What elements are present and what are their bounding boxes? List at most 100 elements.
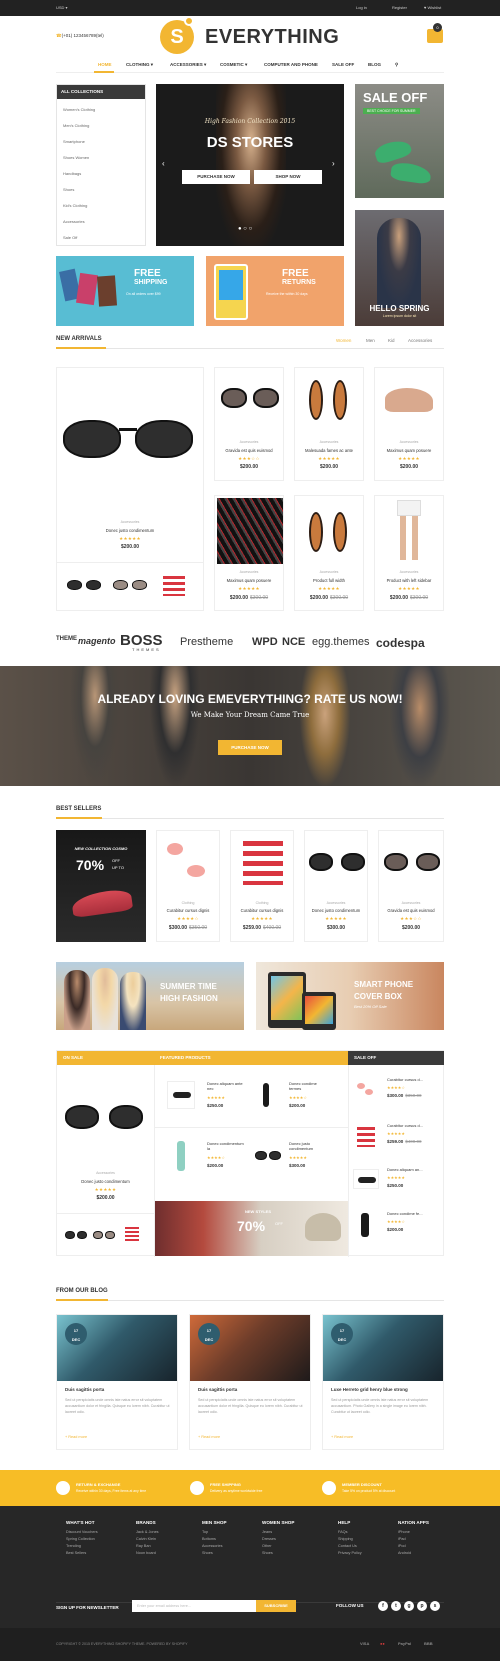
footer-link[interactable]: Bottoms [202,1537,227,1541]
featured-thumb[interactable] [167,1141,195,1171]
search-icon[interactable]: ⚲ [395,62,398,68]
nav-home[interactable]: HOME [98,62,112,67]
product-name[interactable]: Malesuada fames ac ante [295,448,363,453]
featured-thumb[interactable] [257,1081,275,1109]
blog-post-card[interactable]: 17 DEC Duis sagittis porta Sed ut perspic… [189,1314,311,1450]
product-card[interactable]: Clothing Curabitur cursus dignis ★★★★★ $… [230,830,294,942]
tab-kid[interactable]: Kid [388,338,395,343]
thumb-sunglasses[interactable] [65,1231,87,1239]
footer-link[interactable]: Noon board [136,1551,159,1555]
footer-link[interactable]: Jeans [262,1530,294,1534]
purchase-now-button[interactable]: PURCHASE NOW [182,170,250,184]
sidebar-item-kids-clothing[interactable]: Kid's Clothing [63,203,87,208]
brand-logo[interactable]: Prestheme [180,636,233,648]
logo-text[interactable]: EVERYTHING [205,26,339,49]
nav-sale-off[interactable]: SALE OFF [332,62,354,67]
saleoff-thumb[interactable] [355,1079,375,1097]
product-card[interactable]: Accessories Gravida est quis euismod ★★★… [214,367,284,481]
hello-spring-banner[interactable]: HELLO SPRING Lorem ipsum dolor sit [355,210,444,326]
sale-off-banner[interactable]: SALE OFF BEST CHOICE FOR SUMMER [355,84,444,198]
saleoff-thumb[interactable] [353,1169,379,1189]
footer-link[interactable]: Android [398,1551,429,1555]
footer-link[interactable]: Jack & Jones [136,1530,159,1534]
currency-select[interactable]: USD ▾ [56,5,68,10]
featured-product-card[interactable]: Accessories Donec justo condimentum ★★★★… [56,367,204,611]
footer-link[interactable]: iPad [398,1537,429,1541]
brand-logo[interactable]: THEME [56,636,77,642]
slider-next-icon[interactable]: › [332,159,335,168]
footer-link[interactable]: Calvin Klein [136,1537,159,1541]
featured-name[interactable]: Donec condimentum la [207,1141,247,1151]
free-returns-banner[interactable]: FREE RETURNS Receive the within 30 days [206,256,344,326]
product-name[interactable]: Maximus quam posuere [375,448,443,453]
rate-purchase-button[interactable]: PURCHASE NOW [218,740,282,755]
slider-prev-icon[interactable]: ‹ [162,159,165,168]
footer-link[interactable]: iPhone [398,1530,429,1534]
product-name[interactable]: Donec justo condimentum [57,528,203,533]
product-name[interactable]: Product with left sidebar [375,578,443,583]
sunglasses-image[interactable] [65,1105,145,1131]
saleoff-name[interactable]: Curabitur cursus d... [387,1123,423,1128]
featured-name[interactable]: Donec aliquam ante nec [207,1081,247,1091]
nav-cosmetic[interactable]: COSMETIC ▾ [220,62,247,68]
saleoff-thumb[interactable] [357,1127,375,1147]
footer-link[interactable]: Shoes [262,1551,294,1555]
product-name[interactable]: Curabitur cursus dignis [157,908,219,913]
brand-logo[interactable]: magento [78,636,116,646]
summer-fashion-banner[interactable]: SUMMER TIME HIGH FASHION [56,962,244,1030]
facebook-icon[interactable]: f [378,1601,388,1611]
featured-thumb[interactable] [255,1151,281,1160]
product-card[interactable]: Accessories Gravida est quis euismod ★★★… [378,830,444,942]
brand-logo[interactable]: NCE [282,636,305,648]
footer-link[interactable]: Other [262,1544,294,1548]
read-more-link[interactable]: + Read more [331,1435,353,1439]
thumb-shirt[interactable] [125,1227,139,1241]
saleoff-name[interactable]: Donec condime fe... [387,1211,423,1216]
free-shipping-banner[interactable]: FREE SHIPPING On all orders over $99 [56,256,194,326]
product-card[interactable]: Clothing Curabitur cursus dignis ★★★★☆ $… [156,830,220,942]
footer-link[interactable]: Top [202,1530,227,1534]
footer-link[interactable]: iPod [398,1544,429,1548]
blog-post-title[interactable]: Duis sagittis porta [198,1387,237,1392]
thumb-shirt[interactable] [163,576,185,596]
cosmo-collection-banner[interactable]: NEW COLLECTION COSMO 70% OFF UP TO [56,830,146,942]
blog-post-card[interactable]: 17 DEC Luxe Herreto grid henry blue stron… [322,1314,444,1450]
shop-now-button[interactable]: SHOP NOW [254,170,322,184]
product-card[interactable]: Accessories Product with left sidebar ★★… [374,495,444,611]
sidebar-item-smartphone[interactable]: Smartphone [63,139,85,144]
thumb-glasses[interactable] [113,580,147,590]
newsletter-email-input[interactable]: Enter your email address here... [132,1600,256,1612]
brand-logo[interactable]: egg.themes [312,636,369,648]
sidebar-item-shoes-women[interactable]: Shoes Women [63,155,89,160]
hero-slider[interactable]: High Fashion Collection 2015 DS STORES P… [156,84,344,246]
new-styles-banner[interactable]: NEW STYLES 70% OFF [155,1201,348,1256]
sidebar-item-shoes[interactable]: Shoes [63,187,74,192]
footer-link[interactable]: Dresses [262,1537,294,1541]
sidebar-item-accessories[interactable]: Accessories [63,219,85,224]
blog-post-title[interactable]: Luxe Herreto grid henry blue strong [331,1387,437,1392]
footer-link[interactable]: Shipping [338,1537,362,1541]
blog-post-card[interactable]: 17 DEC Duis sagittis porta Sed ut perspic… [56,1314,178,1450]
featured-name[interactable]: Donec condime termes [289,1081,329,1091]
read-more-link[interactable]: + Read more [65,1435,87,1439]
subscribe-button[interactable]: SUBSCRIBE [256,1600,296,1612]
sidebar-item-womens-clothing[interactable]: Women's Clothing [63,107,95,112]
footer-link[interactable]: Accessories [202,1544,227,1548]
sidebar-item-handbags[interactable]: Handbags [63,171,81,176]
footer-link[interactable]: Best Sellers [66,1551,98,1555]
tab-women[interactable]: Women [336,338,351,343]
thumb-glasses[interactable] [93,1231,115,1239]
product-name[interactable]: Product full width [295,578,363,583]
footer-link[interactable]: Discount Vouchers [66,1530,98,1534]
tab-accessories[interactable]: Accessories [408,338,432,343]
saleoff-name[interactable]: Donec aliquam an... [387,1167,423,1172]
footer-link[interactable]: Ray Ban [136,1544,159,1548]
footer-link[interactable]: FAQs [338,1530,362,1534]
product-card[interactable]: Accessories Product full width ★★★★★ $20… [294,495,364,611]
featured-thumb[interactable] [167,1081,195,1109]
product-card[interactable]: Accessories Maximus quam posuere ★★★★★ $… [214,495,284,611]
sidebar-item-mens-clothing[interactable]: Men's Clothing [63,123,89,128]
product-card[interactable]: Accessories Donec justo condimentum ★★★★… [304,830,368,942]
footer-link[interactable]: Privacy Policy [338,1551,362,1555]
twitter-icon[interactable]: t [391,1601,401,1611]
